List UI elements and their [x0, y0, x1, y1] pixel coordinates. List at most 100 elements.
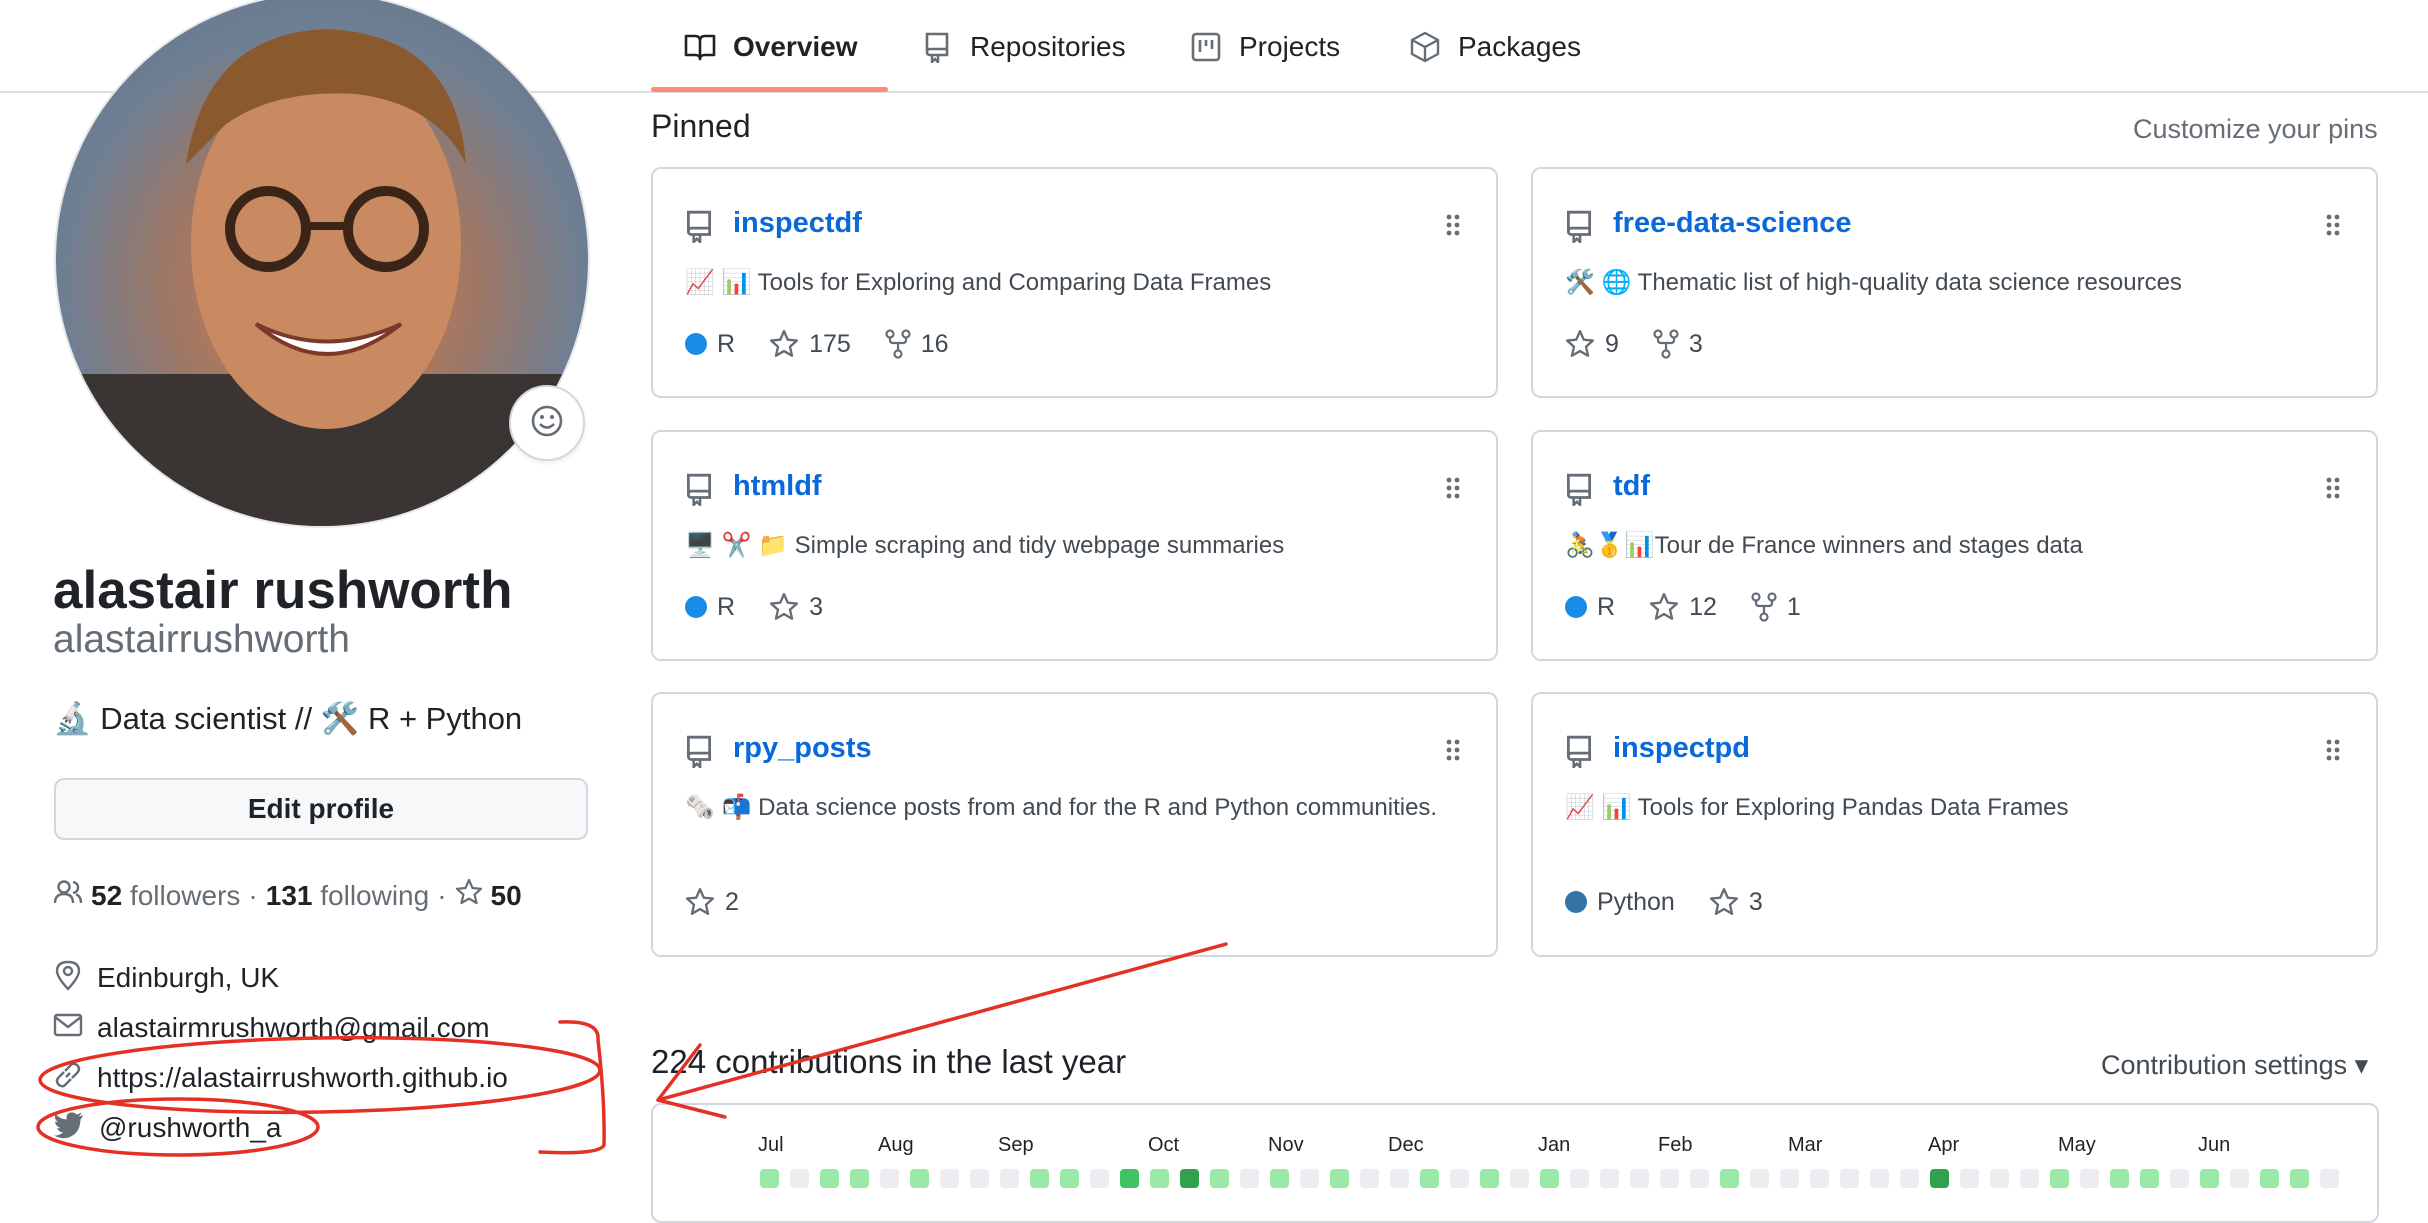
contribution-day-cell[interactable]	[1480, 1169, 1499, 1188]
contribution-day-cell[interactable]	[1090, 1169, 1109, 1188]
contribution-day-cell[interactable]	[910, 1169, 929, 1188]
customize-pins-link[interactable]: Customize your pins	[2133, 114, 2378, 145]
contribution-day-cell[interactable]	[1210, 1169, 1229, 1188]
repo-link[interactable]: inspectdf	[733, 207, 862, 240]
repo-forks-link[interactable]: 16	[885, 329, 949, 359]
contribution-day-cell[interactable]	[1660, 1169, 1679, 1188]
repo-link[interactable]: rpy_posts	[733, 732, 872, 765]
pinned-repo-card: rpy_posts 🗞️ 📬 Data science posts from a…	[651, 692, 1498, 957]
mail-icon	[53, 1012, 83, 1044]
drag-handle-icon[interactable]	[2326, 476, 2340, 500]
contribution-day-cell[interactable]	[2170, 1169, 2189, 1188]
drag-handle-icon[interactable]	[2326, 213, 2340, 237]
contribution-day-cell[interactable]	[1030, 1169, 1049, 1188]
twitter-link[interactable]: @rushworth_a	[99, 1112, 282, 1144]
repo-stars-link[interactable]: 2	[685, 887, 739, 917]
contribution-day-cell[interactable]	[1690, 1169, 1709, 1188]
repo-link[interactable]: inspectpd	[1613, 732, 1750, 765]
tab-repositories[interactable]: Repositories	[920, 0, 1126, 93]
contribution-day-cell[interactable]	[2320, 1169, 2339, 1188]
contribution-day-cell[interactable]	[1930, 1169, 1949, 1188]
month-label: Apr	[1928, 1134, 1960, 1156]
contribution-day-cell[interactable]	[1570, 1169, 1589, 1188]
contribution-day-cell[interactable]	[2290, 1169, 2309, 1188]
set-status-button[interactable]	[509, 385, 585, 461]
contribution-day-cell[interactable]	[1240, 1169, 1259, 1188]
repo-stars-link[interactable]: 175	[769, 329, 851, 359]
contribution-day-cell[interactable]	[1360, 1169, 1379, 1188]
contribution-day-cell[interactable]	[1150, 1169, 1169, 1188]
contribution-day-cell[interactable]	[1750, 1169, 1769, 1188]
contribution-day-cell[interactable]	[1000, 1169, 1019, 1188]
pinned-repo-card: tdf 🚴🥇📊Tour de France winners and stages…	[1531, 430, 2378, 661]
contribution-day-cell[interactable]	[1990, 1169, 2009, 1188]
contribution-day-cell[interactable]	[2200, 1169, 2219, 1188]
contribution-day-cell[interactable]	[1630, 1169, 1649, 1188]
contribution-day-cell[interactable]	[2050, 1169, 2069, 1188]
contribution-day-cell[interactable]	[1600, 1169, 1619, 1188]
website-item: https://alastairrushworth.github.io	[53, 1058, 508, 1098]
pinned-heading: Pinned	[651, 108, 751, 144]
contribution-day-cell[interactable]	[820, 1169, 839, 1188]
following-link[interactable]: 131 following	[266, 880, 429, 912]
contribution-day-cell[interactable]	[1120, 1169, 1139, 1188]
tab-overview[interactable]: Overview	[683, 0, 858, 93]
followers-link[interactable]: 52 followers	[91, 880, 240, 912]
avatar[interactable]	[54, 0, 590, 528]
contribution-day-cell[interactable]	[760, 1169, 779, 1188]
contribution-day-cell[interactable]	[1510, 1169, 1529, 1188]
edit-profile-button[interactable]: Edit profile	[54, 778, 588, 840]
contribution-day-cell[interactable]	[2110, 1169, 2129, 1188]
contribution-day-cell[interactable]	[940, 1169, 959, 1188]
contribution-day-cell[interactable]	[1900, 1169, 1919, 1188]
contribution-day-cell[interactable]	[2140, 1169, 2159, 1188]
contribution-day-cell[interactable]	[1960, 1169, 1979, 1188]
repo-stars-link[interactable]: 3	[769, 592, 823, 622]
repo-link[interactable]: tdf	[1613, 470, 1650, 503]
contribution-day-cell[interactable]	[2020, 1169, 2039, 1188]
tab-packages[interactable]: Packages	[1408, 0, 1581, 93]
stars-link[interactable]: 50	[455, 878, 522, 913]
contribution-day-cell[interactable]	[1330, 1169, 1349, 1188]
contribution-day-cell[interactable]	[1390, 1169, 1409, 1188]
website-link[interactable]: https://alastairrushworth.github.io	[97, 1062, 508, 1094]
email-link[interactable]: alastairmrushworth@gmail.com	[97, 1012, 490, 1044]
pinned-repo-card: free-data-science 🛠️ 🌐 Thematic list of …	[1531, 167, 2378, 398]
repo-stars-link[interactable]: 12	[1649, 592, 1717, 622]
contribution-day-cell[interactable]	[1780, 1169, 1799, 1188]
contribution-day-cell[interactable]	[1720, 1169, 1739, 1188]
contribution-day-cell[interactable]	[970, 1169, 989, 1188]
contribution-settings-dropdown[interactable]: Contribution settings ▾	[2101, 1050, 2368, 1081]
drag-handle-icon[interactable]	[2326, 738, 2340, 762]
contribution-day-cell[interactable]	[790, 1169, 809, 1188]
contribution-day-cell[interactable]	[1300, 1169, 1319, 1188]
contribution-day-cell[interactable]	[2260, 1169, 2279, 1188]
contribution-day-cell[interactable]	[1870, 1169, 1889, 1188]
repo-stars-link[interactable]: 3	[1709, 887, 1763, 917]
contribution-day-cell[interactable]	[1270, 1169, 1289, 1188]
contribution-day-cell[interactable]	[2080, 1169, 2099, 1188]
contribution-day-cell[interactable]	[880, 1169, 899, 1188]
contribution-day-cell[interactable]	[850, 1169, 869, 1188]
contribution-day-cell[interactable]	[1450, 1169, 1469, 1188]
repo-forks-link[interactable]: 1	[1751, 592, 1801, 622]
contribution-day-cell[interactable]	[1420, 1169, 1439, 1188]
contribution-day-cell[interactable]	[2230, 1169, 2249, 1188]
repo-icon	[685, 472, 715, 509]
drag-handle-icon[interactable]	[1446, 738, 1460, 762]
fork-icon	[885, 329, 911, 359]
contribution-day-cell[interactable]	[1540, 1169, 1559, 1188]
contribution-day-cell[interactable]	[1180, 1169, 1199, 1188]
drag-handle-icon[interactable]	[1446, 213, 1460, 237]
repo-stars-link[interactable]: 9	[1565, 329, 1619, 359]
repo-link[interactable]: free-data-science	[1613, 207, 1852, 240]
repo-forks-link[interactable]: 3	[1653, 329, 1703, 359]
tab-projects[interactable]: Projects	[1189, 0, 1340, 93]
pinned-repo-card: inspectdf 📈 📊 Tools for Exploring and Co…	[651, 167, 1498, 398]
location-text: Edinburgh, UK	[97, 962, 280, 993]
contribution-day-cell[interactable]	[1810, 1169, 1829, 1188]
repo-link[interactable]: htmldf	[733, 470, 822, 503]
contribution-day-cell[interactable]	[1840, 1169, 1859, 1188]
contribution-day-cell[interactable]	[1060, 1169, 1079, 1188]
drag-handle-icon[interactable]	[1446, 476, 1460, 500]
